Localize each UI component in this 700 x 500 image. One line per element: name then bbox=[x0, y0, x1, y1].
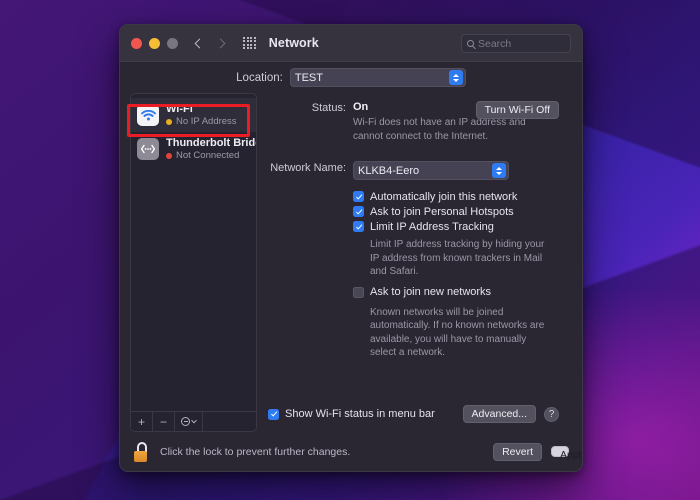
sidebar-item-thunderbolt-bridge[interactable]: Thunderbolt Bridge Not Connected bbox=[131, 132, 256, 166]
location-value: TEST bbox=[294, 71, 323, 84]
sidebar-footer-filler bbox=[203, 412, 256, 431]
services-sidebar: Wi-Fi No IP Address Thunderbolt Brid Not… bbox=[130, 93, 257, 432]
sidebar-item-thunderbolt-label: Thunderbolt Bridge bbox=[166, 137, 256, 149]
checkbox-limit-ip-tracking-box[interactable] bbox=[353, 221, 364, 232]
navigation-arrows bbox=[194, 38, 226, 48]
traffic-lights bbox=[131, 37, 178, 49]
window-titlebar: Network Search bbox=[120, 25, 582, 62]
network-name-popup-button[interactable]: KLKB4-Eero bbox=[353, 161, 509, 180]
wifi-icon bbox=[137, 104, 159, 126]
services-list: Wi-Fi No IP Address Thunderbolt Brid Not… bbox=[131, 94, 256, 411]
network-name-value: KLKB4-Eero bbox=[358, 164, 420, 177]
search-field[interactable]: Search bbox=[461, 34, 571, 53]
unlocked-padlock-icon[interactable] bbox=[134, 441, 151, 462]
status-help-text: Wi-Fi does not have an IP address and ca… bbox=[353, 117, 526, 142]
status-dot-red bbox=[166, 152, 172, 159]
wifi-detail-panel: Turn Wi-Fi Off Status: On Wi-Fi does not… bbox=[257, 93, 572, 432]
search-placeholder: Search bbox=[478, 37, 512, 50]
location-row: Location: TEST bbox=[120, 62, 582, 93]
add-service-button[interactable]: + bbox=[131, 412, 153, 431]
help-button[interactable]: ? bbox=[544, 406, 559, 422]
checkbox-show-wifi-status[interactable]: Show Wi-Fi status in menu bar bbox=[268, 407, 435, 422]
checkbox-personal-hotspots[interactable]: Ask to join Personal Hotspots bbox=[353, 204, 572, 219]
location-popup-button[interactable]: TEST bbox=[289, 68, 466, 87]
checkbox-ask-new-networks-label: Ask to join new networks bbox=[370, 286, 492, 298]
sidebar-footer: + − bbox=[131, 411, 256, 431]
checkbox-ask-new-networks-box[interactable] bbox=[353, 286, 364, 298]
remove-service-button[interactable]: − bbox=[153, 412, 175, 431]
location-label: Location: bbox=[236, 71, 283, 84]
network-name-label: Network Name: bbox=[270, 162, 346, 174]
gear-icon bbox=[181, 417, 190, 426]
ask-new-networks-help-text: Known networks will be joined automatica… bbox=[370, 306, 545, 359]
sidebar-item-wifi-label: Wi-Fi bbox=[166, 103, 193, 115]
search-icon bbox=[467, 40, 474, 47]
all-preferences-grid-icon[interactable] bbox=[243, 36, 256, 50]
checkbox-limit-ip-tracking-label: Limit IP Address Tracking bbox=[370, 220, 494, 233]
checkbox-auto-join[interactable]: Automatically join this network bbox=[353, 189, 572, 204]
lock-hint-text: Click the lock to prevent further change… bbox=[160, 445, 351, 458]
checkbox-ask-new-networks[interactable]: Ask to join new networks bbox=[353, 285, 572, 300]
checkbox-show-wifi-status-label: Show Wi-Fi status in menu bar bbox=[285, 408, 435, 420]
service-actions-menu-button[interactable] bbox=[175, 412, 203, 431]
status-help-row: Wi-Fi does not have an IP address and ca… bbox=[268, 116, 572, 143]
revert-button[interactable]: Revert bbox=[493, 442, 542, 461]
checkbox-limit-ip-tracking[interactable]: Limit IP Address Tracking bbox=[353, 219, 572, 234]
sidebar-item-thunderbolt-text: Thunderbolt Bridge Not Connected bbox=[166, 137, 256, 161]
sidebar-item-thunderbolt-status: Not Connected bbox=[166, 150, 250, 161]
wifi-options-checkboxes: Automatically join this network Ask to j… bbox=[268, 189, 572, 360]
status-dot-amber bbox=[166, 118, 172, 125]
checkbox-personal-hotspots-label: Ask to join Personal Hotspots bbox=[370, 205, 514, 218]
window-title: Network bbox=[268, 36, 319, 50]
sidebar-item-wifi-status: No IP Address bbox=[166, 116, 237, 127]
checkbox-auto-join-box[interactable] bbox=[353, 191, 364, 202]
zoom-button[interactable] bbox=[167, 37, 178, 49]
network-name-row: Network Name: KLKB4-Eero bbox=[268, 161, 572, 180]
window-body: Wi-Fi No IP Address Thunderbolt Brid Not… bbox=[120, 93, 582, 432]
detail-spacer bbox=[268, 360, 572, 406]
minimize-button[interactable] bbox=[149, 37, 160, 49]
turn-wifi-off-button[interactable]: Turn Wi-Fi Off bbox=[475, 101, 559, 119]
window-footer: Click the lock to prevent further change… bbox=[120, 432, 582, 471]
back-chevron-icon[interactable] bbox=[194, 38, 205, 48]
network-name-stepper-icon[interactable] bbox=[492, 163, 506, 178]
location-stepper-icon[interactable] bbox=[448, 70, 463, 85]
forward-chevron-icon[interactable] bbox=[215, 38, 226, 48]
checkbox-personal-hotspots-box[interactable] bbox=[353, 206, 364, 217]
apply-button[interactable]: Apply bbox=[551, 446, 582, 461]
network-preferences-window: Network Search Location: TEST Wi-Fi No I… bbox=[119, 24, 583, 472]
sidebar-item-wifi-status-label: No IP Address bbox=[176, 116, 237, 127]
sidebar-item-thunderbolt-status-label: Not Connected bbox=[176, 150, 240, 161]
close-button[interactable] bbox=[131, 37, 142, 49]
limit-ip-help-text: Limit IP address tracking by hiding your… bbox=[370, 239, 545, 277]
status-label: Status: bbox=[311, 102, 346, 114]
sidebar-item-wifi[interactable]: Wi-Fi No IP Address bbox=[131, 98, 256, 132]
advanced-button[interactable]: Advanced... bbox=[462, 405, 536, 423]
chevron-down-icon bbox=[191, 417, 197, 423]
checkbox-show-wifi-status-box[interactable] bbox=[268, 408, 279, 420]
checkbox-auto-join-label: Automatically join this network bbox=[370, 190, 518, 203]
thunderbolt-bridge-icon bbox=[137, 138, 159, 160]
detail-bottom-row: Show Wi-Fi status in menu bar Advanced..… bbox=[268, 405, 572, 432]
sidebar-item-wifi-text: Wi-Fi No IP Address bbox=[166, 103, 237, 127]
